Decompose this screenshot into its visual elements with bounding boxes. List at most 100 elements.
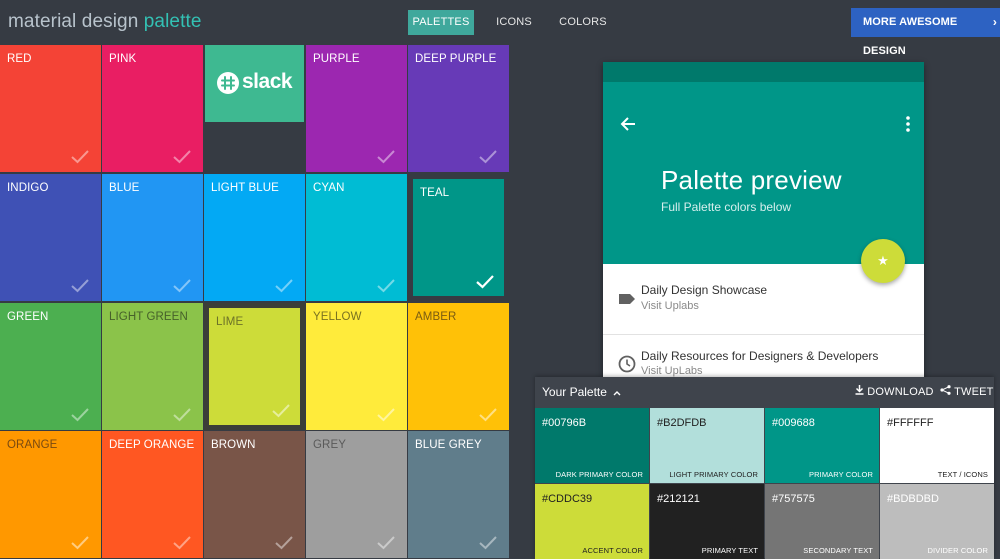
check-icon xyxy=(479,150,497,164)
arrow-left-icon[interactable] xyxy=(620,116,636,132)
tile-purple[interactable]: PURPLE xyxy=(306,45,407,172)
download-button[interactable]: DOWNLOAD xyxy=(855,385,934,398)
tile-label: PINK xyxy=(109,53,137,65)
logo-word-material: material xyxy=(8,11,77,32)
tile-amber[interactable]: AMBER xyxy=(408,303,509,430)
tile-yellow[interactable]: YELLOW xyxy=(306,303,407,430)
tile-teal-selected[interactable]: TEAL xyxy=(408,174,509,301)
download-icon xyxy=(855,385,864,395)
check-icon xyxy=(476,275,494,289)
tile-deep-orange[interactable]: DEEP ORANGE xyxy=(102,431,203,558)
tile-label: LIME xyxy=(216,316,244,328)
tile-label: AMBER xyxy=(415,311,457,323)
check-icon xyxy=(71,408,89,422)
swatch-role: DARK PRIMARY COLOR xyxy=(555,470,643,479)
swatch-divider[interactable]: #BDBDBD DIVIDER COLOR xyxy=(880,484,994,559)
label-icon xyxy=(619,294,635,304)
tile-grey[interactable]: GREY xyxy=(306,431,407,558)
swatch-role: LIGHT PRIMARY COLOR xyxy=(669,470,758,479)
swatch-primary[interactable]: #009688 PRIMARY COLOR xyxy=(765,408,879,483)
check-icon xyxy=(275,279,293,293)
nav-palettes[interactable]: PALETTES xyxy=(408,10,474,35)
star-icon: ★ xyxy=(877,253,889,268)
swatch-role: TEXT / ICONS xyxy=(937,470,988,479)
slack-icon xyxy=(217,72,239,94)
tile-red[interactable]: RED xyxy=(0,45,101,172)
your-palette-panel: Your Palette DOWNLOAD TWEET #00796B DARK… xyxy=(535,377,994,559)
swatch-role: ACCENT COLOR xyxy=(582,546,643,555)
tile-label: LIGHT BLUE xyxy=(211,182,279,194)
chevron-up-icon xyxy=(613,391,621,396)
list-item[interactable]: Daily Design Showcase Visit Uplabs xyxy=(603,270,924,334)
check-icon xyxy=(71,536,89,550)
tile-lime-selected[interactable]: LIME xyxy=(204,303,305,430)
slack-ad-tile[interactable]: slack xyxy=(205,45,304,122)
tile-label: PURPLE xyxy=(313,53,360,65)
logo-word-design: design xyxy=(81,11,139,32)
swatch-hex: #FFFFFF xyxy=(887,417,934,429)
tweet-button[interactable]: TWEET xyxy=(940,385,994,398)
tile-label: RED xyxy=(7,53,32,65)
tile-brown[interactable]: BROWN xyxy=(204,431,305,558)
check-icon xyxy=(173,150,191,164)
slack-logo-text: slack xyxy=(242,70,293,93)
tile-pink[interactable]: PINK xyxy=(102,45,203,172)
swatch-hex: #212121 xyxy=(657,493,700,505)
tile-label: DEEP PURPLE xyxy=(415,53,497,65)
tile-light-blue[interactable]: LIGHT BLUE xyxy=(204,174,305,301)
tile-label: DEEP ORANGE xyxy=(109,439,195,451)
download-label: DOWNLOAD xyxy=(867,386,934,398)
tile-orange[interactable]: ORANGE xyxy=(0,431,101,558)
swatch-role: PRIMARY COLOR xyxy=(809,470,873,479)
list-item-subtitle: Visit Uplabs xyxy=(641,300,699,312)
tile-label: BLUE xyxy=(109,182,140,194)
nav-colors[interactable]: COLORS xyxy=(555,10,611,35)
swatch-primary-text[interactable]: #212121 PRIMARY TEXT xyxy=(650,484,764,559)
tile-label: GREEN xyxy=(7,311,49,323)
preview-title: Palette preview xyxy=(661,165,842,195)
tile-blue[interactable]: BLUE xyxy=(102,174,203,301)
swatch-text-icons[interactable]: #FFFFFF TEXT / ICONS xyxy=(880,408,994,483)
tweet-label: TWEET xyxy=(954,386,994,398)
logo-word-palette: palette xyxy=(143,11,202,32)
check-icon xyxy=(377,150,395,164)
check-icon xyxy=(377,279,395,293)
list-item-subtitle: Visit UpLabs xyxy=(641,365,703,377)
more-awesome-design-button[interactable]: MORE AWESOME DESIGN › xyxy=(851,8,1000,57)
check-icon xyxy=(173,536,191,550)
swatch-accent[interactable]: #CDDC39 ACCENT COLOR xyxy=(535,484,649,559)
tile-indigo[interactable]: INDIGO xyxy=(0,174,101,301)
tile-blue-grey[interactable]: BLUE GREY xyxy=(408,431,509,558)
swatch-hex: #00796B xyxy=(542,417,587,429)
more-awesome-design-label: MORE AWESOME DESIGN xyxy=(863,16,958,57)
swatch-dark-primary[interactable]: #00796B DARK PRIMARY COLOR xyxy=(535,408,649,483)
list-item[interactable]: Daily Resources for Designers & Develope… xyxy=(603,335,924,382)
check-icon xyxy=(272,404,290,418)
chevron-right-icon: › xyxy=(992,15,997,29)
tile-label: YELLOW xyxy=(313,311,362,323)
tile-light-green[interactable]: LIGHT GREEN xyxy=(102,303,203,430)
check-icon xyxy=(377,408,395,422)
nav-icons[interactable]: ICONS xyxy=(490,10,538,35)
swatch-hex: #BDBDBD xyxy=(887,493,939,505)
site-logo[interactable]: material design palette xyxy=(8,11,202,33)
tile-label: BLUE GREY xyxy=(415,439,482,451)
tile-label: LIGHT GREEN xyxy=(109,311,188,323)
swatch-hex: #757575 xyxy=(772,493,815,505)
tile-deep-purple[interactable]: DEEP PURPLE xyxy=(408,45,509,172)
clock-icon xyxy=(618,355,636,373)
swatch-light-primary[interactable]: #B2DFDB LIGHT PRIMARY COLOR xyxy=(650,408,764,483)
swatch-role: PRIMARY TEXT xyxy=(701,546,758,555)
status-bar xyxy=(603,62,924,82)
check-icon xyxy=(173,279,191,293)
swatch-hex: #B2DFDB xyxy=(657,417,707,429)
tile-cyan[interactable]: CYAN xyxy=(306,174,407,301)
swatch-secondary-text[interactable]: #757575 SECONDARY TEXT xyxy=(765,484,879,559)
more-vert-icon[interactable] xyxy=(906,116,910,132)
tile-green[interactable]: GREEN xyxy=(0,303,101,430)
swatch-role: DIVIDER COLOR xyxy=(927,546,988,555)
your-palette-toggle[interactable]: Your Palette xyxy=(542,385,621,399)
check-icon xyxy=(71,150,89,164)
swatch-hex: #CDDC39 xyxy=(542,493,593,505)
top-bar: material design palette PALETTES ICONS C… xyxy=(0,0,1000,57)
